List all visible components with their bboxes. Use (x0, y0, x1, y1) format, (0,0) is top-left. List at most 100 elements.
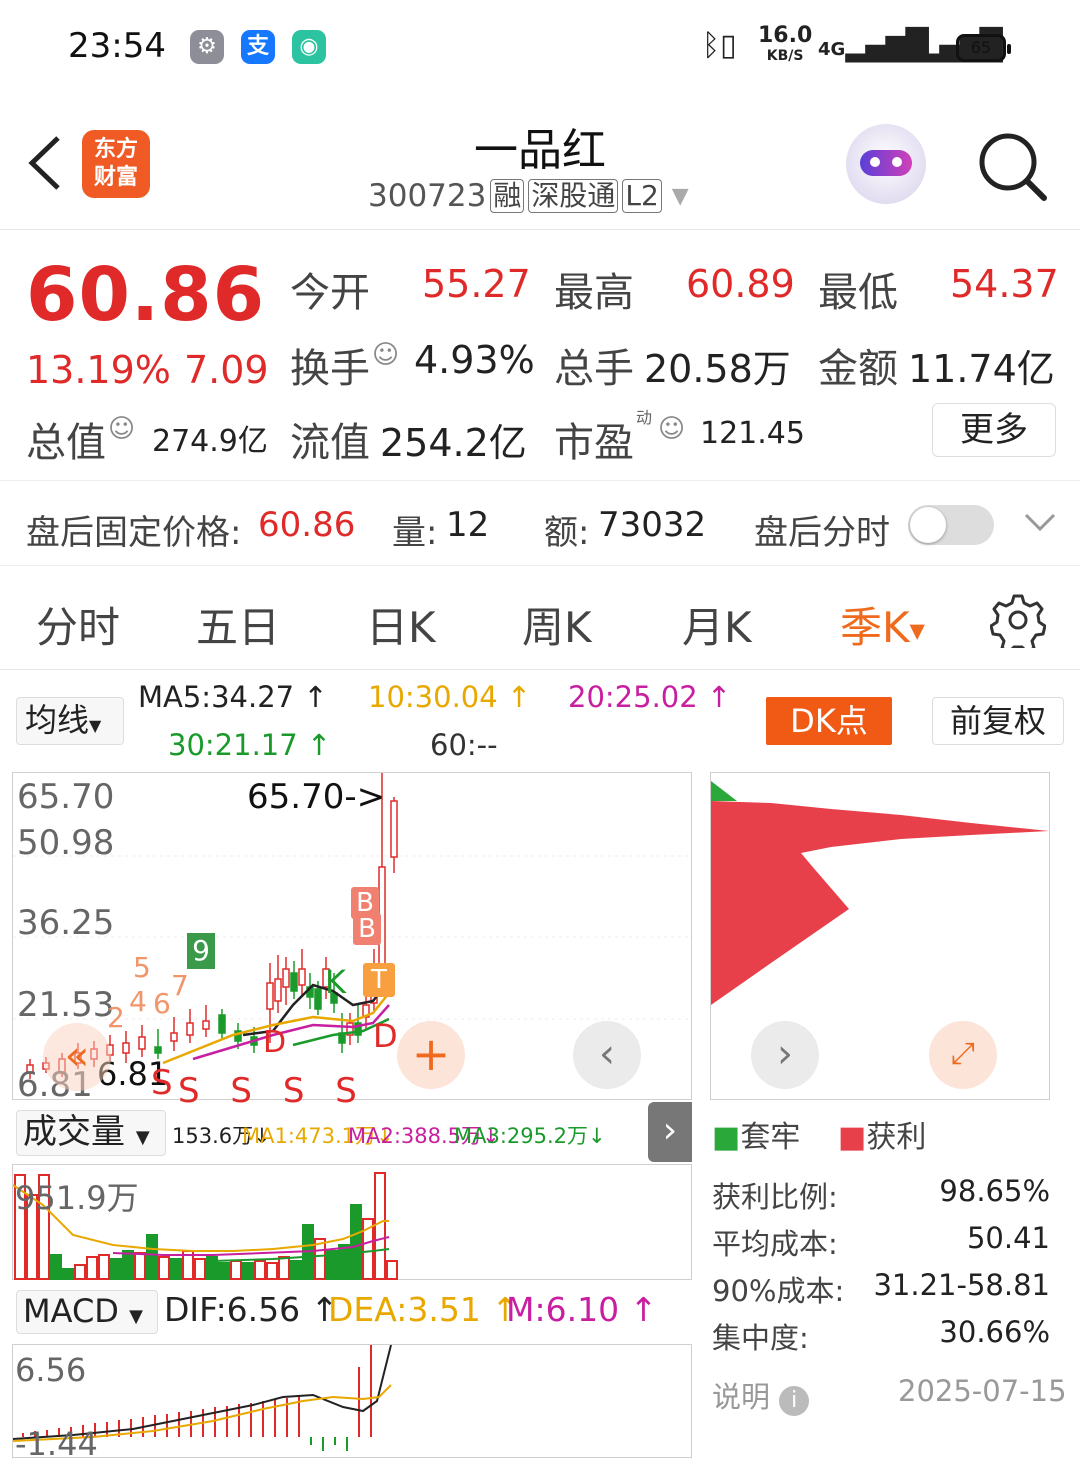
tab-monthly-k[interactable]: 月K (682, 594, 752, 655)
chat-app-icon: ◉ (292, 30, 326, 64)
volume-chart: 951.9万 (12, 1164, 692, 1280)
turnover-value: 4.93% (414, 338, 535, 382)
settings-app-icon: ⚙ (190, 30, 224, 64)
net-speed: 16.0 KB/S (758, 23, 813, 65)
alipay-app-icon: 支 (241, 30, 275, 64)
volume-y-max: 951.9万 (15, 1179, 139, 1217)
chip-distribution-chart[interactable]: › ⤢ (710, 772, 1050, 1100)
after-hours-vol-label: 量: (392, 513, 438, 553)
connect-tag: 深股通 (528, 179, 619, 213)
bluetooth-icon: ᛒ▯ (702, 28, 737, 63)
chevron-left-icon[interactable]: ‹ (573, 1021, 641, 1089)
kline-y-label-3: 36.25 (17, 903, 115, 943)
low-label: 最低 (818, 270, 898, 316)
pe-value: 121.45 (700, 416, 805, 451)
mktcap-value: 274.9亿 (152, 424, 268, 459)
tab-weekly-k[interactable]: 周K (522, 594, 592, 655)
max-price-annotation: 65.70-> (247, 777, 386, 817)
status-bar: 23:54 ⚙ 支 ◉ ᛒ▯ 16.0 KB/S 4G▂▄▆█ 4G▂▄▆█ 6… (0, 0, 1080, 96)
chevron-right-icon[interactable]: › (751, 1021, 819, 1089)
kline-y-label-1: 65.70 (17, 777, 115, 817)
stock-header: 东方财富 一品红 300723 融 深股通 L2 ▼ (0, 100, 1080, 230)
macd-dea: DEA:3.51 ↑ (328, 1290, 519, 1329)
ma60-value: 60:-- (430, 728, 498, 762)
info-icon[interactable]: ☺ (658, 414, 685, 444)
info-icon[interactable]: ☺ (372, 340, 399, 370)
macd-chart: 6.56 -1.44 (12, 1344, 692, 1463)
search-icon[interactable] (972, 128, 1052, 208)
after-hours-price-label: 盘后固定价格: (26, 513, 242, 553)
chip-legend-profit: ■获利 (838, 1120, 927, 1155)
macd-selector[interactable]: MACD ▼ (16, 1290, 158, 1334)
expand-icon[interactable]: ⤢ (929, 1021, 997, 1089)
stock-code-row[interactable]: 300723 融 深股通 L2 ▼ (368, 178, 689, 214)
dk-point-button[interactable]: DK点 (766, 697, 892, 745)
turnover-label: 换手 (290, 346, 370, 392)
margin-tag: 融 (490, 179, 525, 213)
d-signal: D (373, 1017, 398, 1055)
after-hours-bar: 盘后固定价格: 60.86 量: 12 额: 73032 盘后分时 (0, 480, 1080, 566)
volume-selector[interactable]: 成交量 ▼ (16, 1110, 166, 1156)
count-marker: 5 (133, 951, 151, 984)
chip-legend-trapped: ■套牢 (712, 1120, 801, 1155)
chevron-down-icon[interactable] (1020, 507, 1060, 537)
after-hours-timeshare-label: 盘后分时 (754, 513, 890, 553)
open-value: 55.27 (422, 262, 531, 306)
tab-five-day[interactable]: 五日 (196, 594, 280, 655)
buy-signal: B (353, 913, 381, 945)
after-hours-toggle[interactable] (908, 505, 994, 545)
t-signal: T (363, 963, 395, 997)
count-marker: 4 (129, 985, 147, 1018)
change-amount: 7.09 (184, 348, 269, 392)
chip-help[interactable]: 说明 i (712, 1374, 810, 1416)
chip-date: 2025-07-15 (898, 1374, 1067, 1408)
info-icon: i (779, 1386, 810, 1416)
sell-signals: S S S S (178, 1071, 367, 1111)
high-label: 最高 (554, 270, 634, 316)
indicator-selector[interactable]: 均线▼ (16, 697, 124, 745)
robot-assistant-icon[interactable] (846, 124, 926, 204)
volume-label: 总手 (554, 346, 634, 392)
after-hours-vol: 12 (446, 505, 490, 545)
k-signal: K (325, 963, 346, 1001)
kline-chart[interactable]: 65.70 50.98 36.25 21.53 6.81 65.70-> 6.8… (12, 772, 693, 1111)
volume-value: 20.58万 (644, 347, 791, 391)
after-hours-amt: 73032 (598, 505, 707, 545)
zoom-in-icon[interactable]: + (397, 1021, 465, 1089)
macd-dif: DIF:6.56 ↑ (164, 1290, 339, 1329)
pe-label: 市盈 (554, 420, 634, 466)
count-9-marker: 9 (187, 933, 215, 969)
open-label: 今开 (290, 270, 370, 316)
sell-signal: S (151, 1063, 173, 1103)
pe-dynamic-mark: 动 (636, 408, 653, 427)
ma30-value: 30:21.17 ↑ (168, 728, 332, 762)
kline-y-label-4: 21.53 (17, 985, 115, 1025)
after-hours-price: 60.86 (258, 505, 356, 545)
macd-y-max: 6.56 (15, 1351, 87, 1389)
kline-y-label-2: 50.98 (17, 823, 115, 863)
tab-quarterly-k[interactable]: 季K▼ (840, 594, 925, 655)
adjust-price-button[interactable]: 前复权 (932, 697, 1064, 745)
count-marker: 2 (107, 1001, 125, 1034)
battery-icon: 65 (956, 34, 1011, 62)
more-button[interactable]: 更多 (932, 403, 1056, 457)
macd-m: M:6.10 ↑ (506, 1290, 658, 1329)
change-percent: 13.19% (26, 348, 171, 392)
volume-ma3: MA3:295.2万↓ (454, 1124, 606, 1148)
tab-daily-k[interactable]: 日K (366, 594, 436, 655)
tab-timeshare[interactable]: 分时 (36, 594, 120, 655)
mktcap-label: 总值 (26, 420, 106, 466)
concentration-row: 集中度: 30.66% (712, 1315, 1050, 1355)
amount-value: 11.74亿 (908, 347, 1055, 391)
ma20-value: 20:25.02 ↑ (568, 680, 732, 714)
amount-label: 金额 (818, 346, 898, 392)
d-signal: D (263, 1025, 287, 1060)
ma5-value: MA5:34.27 ↑ (138, 680, 328, 714)
high-value: 60.89 (686, 262, 795, 306)
count-marker: 7 (171, 969, 189, 1002)
float-value: 254.2亿 (380, 421, 527, 465)
rewind-icon[interactable]: « (43, 1023, 111, 1091)
info-icon[interactable]: ☺ (108, 414, 135, 444)
gear-icon[interactable] (989, 592, 1047, 654)
collapse-side-panel-icon[interactable]: › (648, 1102, 692, 1162)
